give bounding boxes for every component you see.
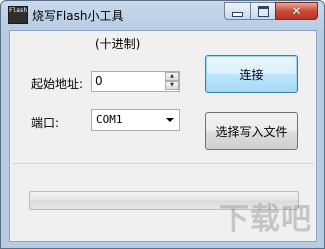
spin-up-button[interactable]: ▲ — [165, 72, 179, 81]
start-address-spinbox[interactable]: 0 ▲ ▼ — [91, 71, 180, 92]
divider — [12, 163, 314, 164]
caption-buttons: ✕ — [224, 2, 318, 20]
app-window: Flash 烧写Flash小工具 ✕ (十进制) 起始地址: 0 ▲ ▼ 端口:… — [0, 0, 325, 249]
spin-down-button[interactable]: ▼ — [165, 81, 179, 90]
flash-app-icon: Flash — [8, 6, 28, 24]
maximize-button[interactable] — [250, 2, 275, 20]
start-address-value[interactable]: 0 — [95, 74, 103, 88]
connect-button[interactable]: 连接 — [205, 55, 298, 93]
title-bar[interactable]: Flash 烧写Flash小工具 ✕ — [1, 1, 324, 29]
caret-down-icon: ▼ — [170, 82, 174, 88]
minimize-icon — [232, 11, 243, 17]
port-selected-value: COM1 — [96, 113, 123, 126]
start-address-label: 起始地址: — [31, 77, 84, 91]
close-icon: ✕ — [291, 4, 302, 18]
select-file-button[interactable]: 选择写入文件 — [205, 112, 298, 150]
maximize-icon — [257, 5, 269, 17]
window-title: 烧写Flash小工具 — [32, 9, 124, 23]
spin-buttons: ▲ ▼ — [165, 72, 179, 91]
chevron-down-icon[interactable] — [166, 118, 174, 122]
minimize-button[interactable] — [224, 2, 250, 20]
port-label: 端口: — [31, 116, 60, 130]
decimal-hint: (十进制) — [95, 37, 141, 51]
close-button[interactable]: ✕ — [275, 2, 318, 20]
caret-up-icon: ▲ — [170, 73, 174, 79]
watermark-logo: 下载吧 — [219, 202, 312, 237]
port-dropdown[interactable]: COM1 — [91, 109, 180, 131]
